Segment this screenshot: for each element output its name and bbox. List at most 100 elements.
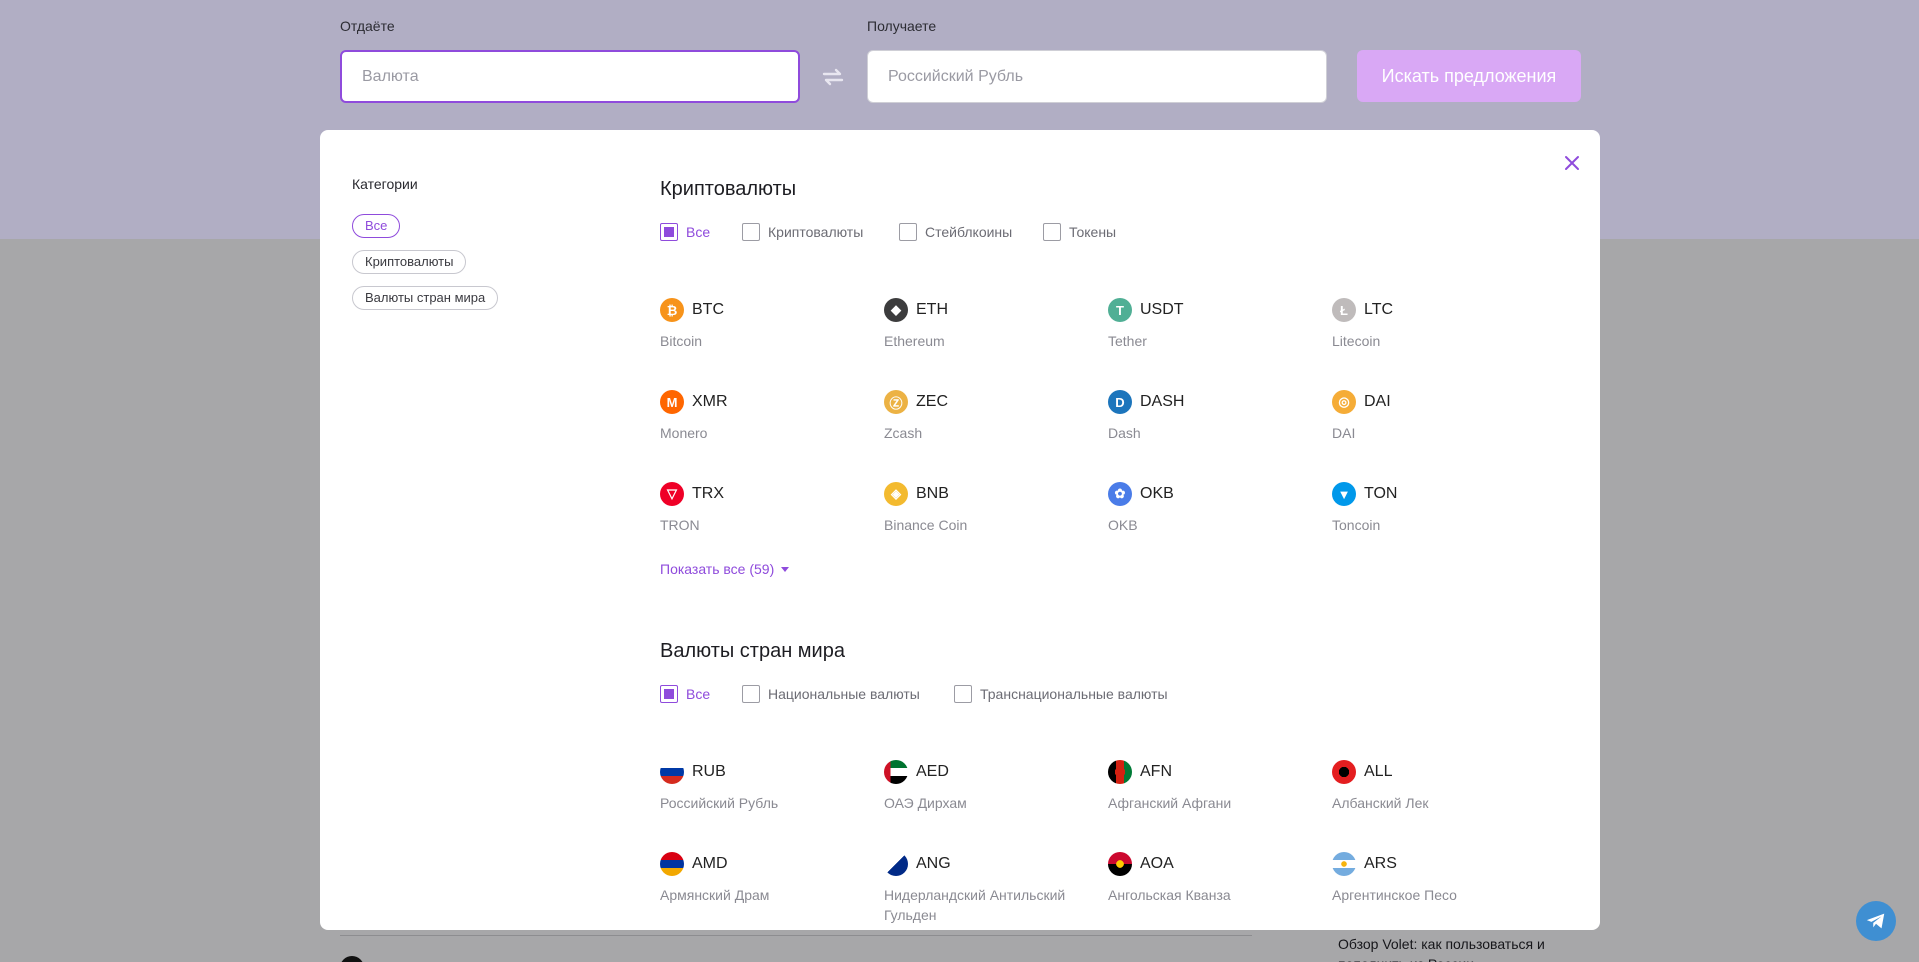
give-currency-input[interactable] [340, 50, 800, 103]
currency-code: XMR [692, 393, 728, 410]
filter-label: Все [686, 686, 711, 702]
currency-item[interactable]: ✿ OKB OKB [1108, 482, 1318, 535]
currency-name: Zcash [884, 425, 923, 441]
fiat-filter-national[interactable]: Национальные валюты [742, 685, 920, 703]
checkbox[interactable] [742, 223, 760, 241]
dai-icon: ◎ [1332, 390, 1356, 414]
currency-name: Dash [1108, 425, 1141, 441]
currency-item[interactable]: ◆ ETH Ethereum [884, 298, 1094, 351]
checkbox[interactable] [899, 223, 917, 241]
albania-flag-icon [1332, 760, 1356, 784]
article-link[interactable]: Обзор Volet: как пользоваться и пополнит… [1338, 934, 1568, 962]
currency-item-header: ▽ TRX [660, 482, 870, 506]
fiat-filter-transnational[interactable]: Транснациональные валюты [954, 685, 1168, 703]
currency-item-header: AFN [1108, 760, 1318, 784]
currency-item-header: ARS [1332, 852, 1542, 876]
currency-item-header: Ⓩ ZEC [884, 390, 1094, 414]
currency-item[interactable]: M XMR Monero [660, 390, 870, 443]
checkbox[interactable] [954, 685, 972, 703]
angola-flag-icon [1108, 852, 1132, 876]
crypto-filter-all[interactable]: Все [660, 223, 710, 241]
category-chip-all[interactable]: Все [352, 214, 401, 238]
telegram-button[interactable] [1856, 901, 1896, 941]
currency-code: AOA [1140, 855, 1174, 872]
currency-code: BNB [916, 485, 949, 502]
currency-code: ZEC [916, 393, 948, 410]
currency-name: Ангольская Кванза [1108, 887, 1231, 903]
fiat-filter-all[interactable]: Все [660, 685, 710, 703]
currency-code: DAI [1364, 393, 1391, 410]
toncoin-icon: ▼ [1332, 482, 1356, 506]
currency-item[interactable]: AFN Афганский Афгани [1108, 760, 1318, 813]
checkbox[interactable] [1043, 223, 1061, 241]
crypto-filter-stablecoins[interactable]: Стейблкоины [899, 223, 1012, 241]
crypto-filter-tokens[interactable]: Токены [1043, 223, 1116, 241]
close-icon[interactable] [1561, 152, 1583, 174]
currency-name: Российский Рубль [660, 795, 779, 811]
categories-title: Категории [352, 176, 418, 192]
currency-item[interactable]: AOA Ангольская Кванза [1108, 852, 1318, 905]
bitcoin-icon: ₿ [660, 298, 684, 322]
currency-item[interactable]: ANG Нидерландский Антильский Гульден [884, 852, 1094, 925]
currency-item[interactable]: Ł LTC Litecoin [1332, 298, 1542, 351]
currency-name: OKB [1108, 517, 1138, 533]
currency-item[interactable]: ALL Албанский Лек [1332, 760, 1542, 813]
uae-flag-icon [884, 760, 908, 784]
currency-picker-modal: Категории Все Криптовалюты Валюты стран … [320, 130, 1600, 930]
currency-item-header: ₿ BTC [660, 298, 870, 322]
currency-item-header: AOA [1108, 852, 1318, 876]
currency-item-header: ANG [884, 852, 1094, 876]
crypto-filter-crypto[interactable]: Криптовалюты [742, 223, 863, 241]
currency-code: AFN [1140, 763, 1172, 780]
tron-icon: ▽ [660, 482, 684, 506]
currency-code: TRX [692, 485, 724, 502]
currency-name: Litecoin [1332, 333, 1381, 349]
currency-name: Ethereum [884, 333, 945, 349]
currency-code: LTC [1364, 301, 1394, 318]
currency-item[interactable]: ▽ TRX TRON [660, 482, 870, 535]
divider [340, 935, 1252, 936]
currency-item[interactable]: ◎ DAI DAI [1332, 390, 1542, 443]
currency-item-header: ✿ OKB [1108, 482, 1318, 506]
dash-icon: D [1108, 390, 1132, 414]
currency-item[interactable]: RUB Российский Рубль [660, 760, 870, 813]
checkbox[interactable] [660, 685, 678, 703]
get-currency-input[interactable] [867, 50, 1327, 103]
currency-name: ОАЭ Дирхам [884, 795, 967, 811]
checkbox[interactable] [660, 223, 678, 241]
currency-item[interactable]: Ⓩ ZEC Zcash [884, 390, 1094, 443]
category-chip-crypto[interactable]: Криптовалюты [352, 250, 467, 274]
currency-item[interactable]: D DASH Dash [1108, 390, 1318, 443]
currency-name: Bitcoin [660, 333, 703, 349]
filter-label: Все [686, 224, 711, 240]
category-chip-fiat[interactable]: Валюты стран мира [352, 286, 499, 310]
currency-name: Аргентинское Песо [1332, 887, 1457, 903]
currency-item[interactable]: AMD Армянский Драм [660, 852, 870, 905]
currency-item[interactable]: ₿ BTC Bitcoin [660, 298, 870, 351]
currency-name: Toncoin [1332, 517, 1381, 533]
give-label: Отдаёте [340, 18, 395, 34]
search-offers-button[interactable]: Искать предложения [1357, 50, 1581, 102]
currency-code: TON [1364, 485, 1398, 502]
currency-code: BTC [692, 301, 724, 318]
currency-code: AED [916, 763, 949, 780]
currency-item[interactable]: T USDT Tether [1108, 298, 1318, 351]
checkbox[interactable] [742, 685, 760, 703]
currency-item[interactable]: ARS Аргентинское Песо [1332, 852, 1542, 905]
currency-name: TRON [660, 517, 700, 533]
currency-item[interactable]: AED ОАЭ Дирхам [884, 760, 1094, 813]
currency-name: DAI [1332, 425, 1356, 441]
currency-name: Monero [660, 425, 708, 441]
swap-icon[interactable] [820, 64, 846, 90]
russia-flag-icon [660, 760, 684, 784]
argentina-flag-icon [1332, 852, 1356, 876]
currency-code: OKB [1140, 485, 1174, 502]
fiat-section-title: Валюты стран мира [660, 640, 845, 662]
currency-item[interactable]: ▼ TON Toncoin [1332, 482, 1542, 535]
currency-item[interactable]: ◈ BNB Binance Coin [884, 482, 1094, 535]
currency-item-header: D DASH [1108, 390, 1318, 414]
filter-label: Криптовалюты [768, 224, 864, 240]
currency-code: ALL [1364, 763, 1393, 780]
show-all-link[interactable]: Показать все (59) [660, 561, 790, 577]
currency-code: ARS [1364, 855, 1397, 872]
